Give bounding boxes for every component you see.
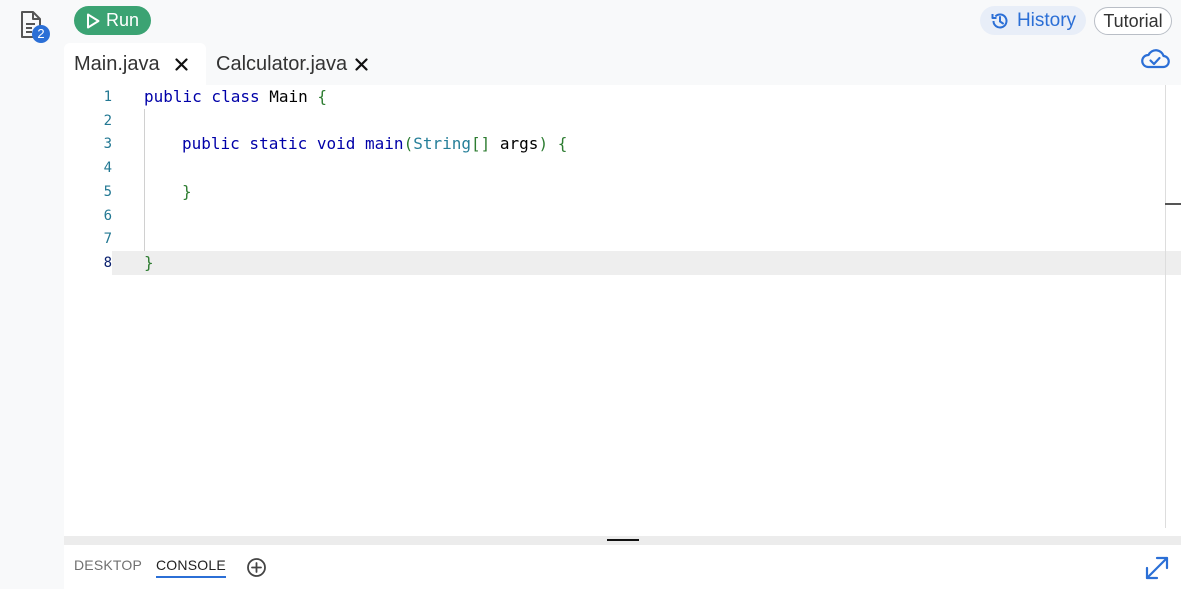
expand-icon [1145,556,1169,580]
brace: { [317,87,328,106]
scrollbar-position-marker [1165,203,1181,205]
close-tab-button[interactable] [172,55,190,73]
history-icon [991,13,1008,28]
tab-console[interactable]: CONSOLE [156,557,226,578]
tab-label: Calculator.java [216,52,348,75]
close-icon [354,57,368,71]
tab-label: Main.java [74,52,160,75]
add-circle-icon [247,558,266,577]
tab-desktop[interactable]: DESKTOP [74,557,142,576]
drag-handle[interactable] [607,539,639,541]
method-name: main [355,134,404,153]
history-button[interactable]: History [980,6,1086,35]
save-status[interactable] [1140,47,1170,71]
code-line-1: public class Main { [144,85,327,109]
tab-calculator-java[interactable]: Calculator.java [206,43,386,85]
class-name: Main [259,87,318,106]
cloud-check-icon [1141,49,1170,69]
left-rail: 2 [0,0,64,589]
code-line-8: } [144,251,154,275]
run-label: Run [105,10,140,30]
bottom-panel: DESKTOP CONSOLE [64,545,1181,589]
line-number: 3 [103,136,112,152]
keyword: public class [144,87,260,106]
code-line-5: } [182,180,192,204]
history-label: History [1016,9,1077,31]
tutorial-button[interactable]: Tutorial [1094,7,1172,35]
param-name: args [490,134,539,153]
brace: } [144,253,154,272]
close-icon [174,57,188,71]
type-name: String [413,134,471,153]
tutorial-label: Tutorial [1103,10,1163,31]
line-number: 1 [103,89,112,105]
tab-main-java[interactable]: Main.java [64,43,206,85]
brackets: [] [471,134,491,153]
line-number: 6 [103,208,112,224]
paren: ( [403,134,414,153]
expand-panel-button[interactable] [1144,555,1170,581]
add-panel-button[interactable] [246,557,267,578]
run-button[interactable]: Run [74,6,151,35]
brace: } [182,182,192,201]
play-icon [86,13,100,28]
vertical-scrollbar[interactable] [1165,85,1166,528]
files-count-badge: 2 [32,25,50,43]
line-number: 7 [103,231,112,247]
panel-resize-handle[interactable] [64,536,1181,545]
code-editor[interactable]: 1 2 3 4 5 6 7 8 public class Main { publ… [64,85,1181,536]
code-line-3: public static void main(String[] args) { [182,132,567,156]
current-line-highlight [112,251,1181,275]
line-number: 4 [103,160,112,176]
line-number: 5 [103,184,112,200]
paren: ) [538,134,558,153]
line-number: 2 [103,113,112,129]
close-tab-button[interactable] [352,55,370,73]
keyword: public static void [182,134,356,153]
indent-guide [144,109,145,251]
brace: { [557,134,568,153]
line-number: 8 [103,255,112,271]
line-number-gutter: 1 2 3 4 5 6 7 8 [64,85,112,536]
